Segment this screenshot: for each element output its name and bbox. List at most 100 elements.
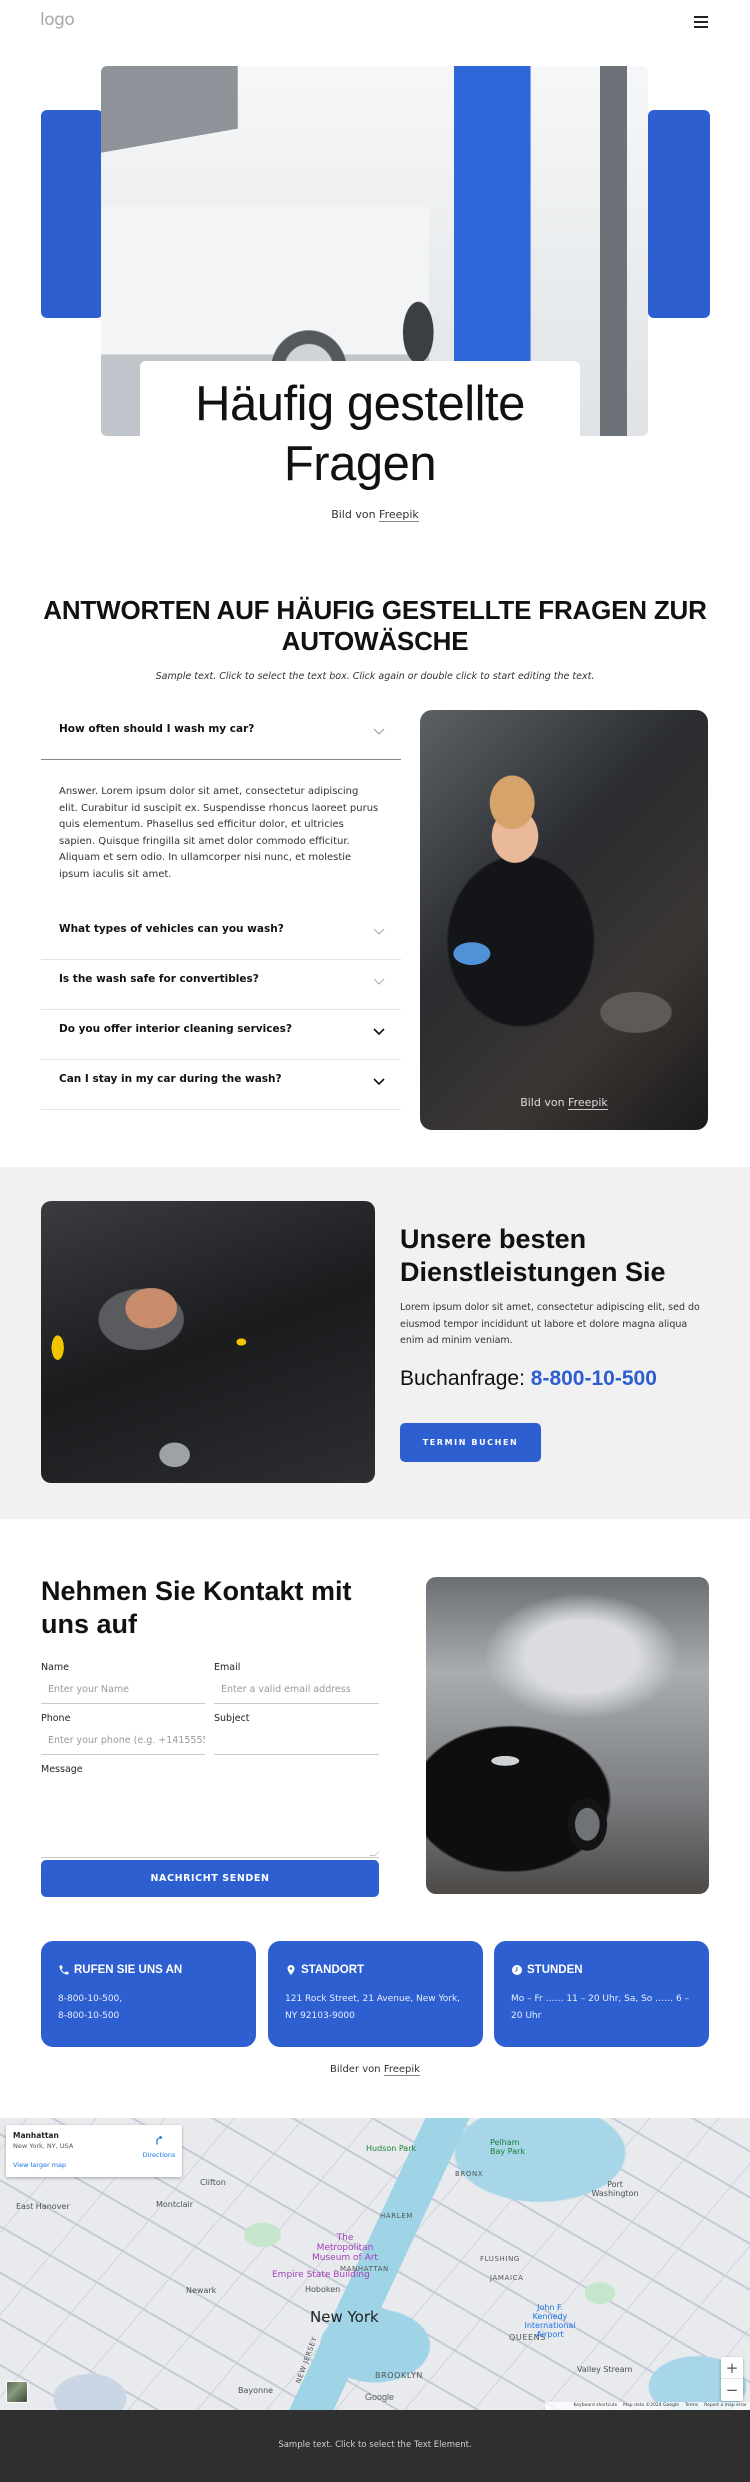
map-label-brooklyn: BROOKLYN — [375, 2371, 423, 2380]
footer-text: Sample text. Click to select the Text El… — [278, 2440, 472, 2450]
directions-icon — [156, 2135, 163, 2145]
logo[interactable]: logo — [40, 10, 75, 30]
info-card-location: STANDORT 121 Rock Street, 21 Avenue, New… — [268, 1941, 483, 2047]
map-label-port-washington: Port Washington — [591, 2180, 639, 2198]
page-title: Häufig gestellte Fragen — [195, 377, 525, 491]
faq-question: What types of vehicles can you wash? — [59, 923, 284, 935]
faq-question: Can I stay in my car during the wash? — [59, 1073, 282, 1085]
map-zoom-control: + − — [721, 2357, 743, 2401]
map-label-newark: Newark — [186, 2286, 217, 2295]
map-place-card: Manhattan New York, NY, USA View larger … — [6, 2125, 182, 2177]
map-label-flushing: FLUSHING — [480, 2255, 520, 2263]
resize-handle-icon[interactable] — [369, 1850, 379, 1856]
directions-button[interactable]: Directions — [140, 2133, 178, 2159]
faq-item[interactable]: Can I stay in my car during the wash? — [41, 1060, 401, 1110]
credit-prefix: Bilder von — [330, 2064, 381, 2075]
faq-question: Do you offer interior cleaning services? — [59, 1023, 292, 1035]
google-logo: Google — [365, 2392, 395, 2402]
faq-accordion: How often should I wash my car? Answer. … — [41, 710, 401, 1110]
hero-image-credit: Bild von Freepik — [0, 508, 750, 522]
info-card-title: RUFEN SIE UNS AN — [74, 1964, 183, 1976]
info-card-text: Mo – Fr …… 11 – 20 Uhr, Sa, So …… 6 – 20… — [511, 1994, 690, 2021]
info-card-title: STANDORT — [301, 1964, 365, 1976]
subject-input[interactable] — [214, 1729, 379, 1755]
faq-item[interactable]: What types of vehicles can you wash? — [41, 910, 401, 960]
map-label-bayonne: Bayonne — [238, 2386, 274, 2395]
credit-prefix: Bild von — [331, 508, 376, 521]
map-label-new-york: New York — [310, 2308, 379, 2326]
map-label-jamaica: JAMAICA — [490, 2274, 524, 2282]
map-poi-met-museum[interactable]: The Metropolitan Museum of Art — [310, 2233, 380, 2263]
phone-input[interactable]: Enter your phone (e.g. +14155552675) — [41, 1729, 205, 1755]
map-label-hudson-park: Hudson Park — [366, 2144, 417, 2153]
map-label-hoboken: Hoboken — [305, 2285, 341, 2294]
faq-image-interior-cleaning — [420, 710, 708, 1130]
booking-label: Buchanfrage: — [400, 1367, 525, 1390]
book-appointment-button[interactable]: TERMIN BUCHEN — [400, 1423, 541, 1462]
satellite-view-toggle[interactable] — [6, 2381, 28, 2403]
name-label: Name — [41, 1662, 70, 1673]
subject-field: Subject — [214, 1713, 379, 1755]
info-card-text: 8-800-10-500, 8-800-10-500 — [58, 1991, 243, 2024]
freepik-link[interactable]: Freepik — [383, 2064, 420, 2076]
map-place-address: New York, NY, USA — [13, 2142, 74, 2150]
keyboard-shortcuts-link[interactable]: Keyboard shortcuts — [574, 2402, 618, 2410]
info-card-header: RUFEN SIE UNS AN — [58, 1964, 182, 1976]
hero-accent-left — [41, 110, 103, 318]
chevron-down-icon — [373, 923, 385, 935]
info-card-hours: STUNDEN Mo – Fr …… 11 – 20 Uhr, Sa, So …… — [494, 1941, 709, 2047]
subject-label: Subject — [214, 1713, 250, 1724]
map-poi-empire-state[interactable]: Empire State Building — [272, 2270, 370, 2280]
faq-subtitle: Sample text. Click to select the text bo… — [155, 671, 595, 682]
zoom-in-button[interactable]: + — [721, 2357, 743, 2379]
map-label-pelham-bay-park: Pelham Bay Park — [490, 2138, 525, 2156]
name-input[interactable]: Enter your Name — [41, 1678, 205, 1704]
credit-prefix: Bild von — [520, 1096, 565, 1109]
faq-item[interactable]: Is the wash safe for convertibles? — [41, 960, 401, 1010]
map-poi-jfk-airport[interactable]: John F. Kennedy International Airport — [520, 2303, 580, 2339]
booking-line: Buchanfrage: 8-800-10-500 — [400, 1367, 657, 1391]
zoom-out-button[interactable]: − — [721, 2379, 743, 2401]
faq-item[interactable]: Do you offer interior cleaning services? — [41, 1010, 401, 1060]
map-label-valley-stream: Valley Stream — [577, 2365, 633, 2374]
clock-icon — [512, 1965, 522, 1975]
hamburger-menu-icon[interactable] — [694, 16, 708, 28]
terms-link[interactable]: Terms — [685, 2402, 698, 2410]
site-footer: Sample text. Click to select the Text El… — [0, 2410, 750, 2482]
map-place-name: Manhattan — [13, 2131, 59, 2140]
email-field: Email Enter a valid email address — [214, 1662, 379, 1704]
info-card-title: STUNDEN — [527, 1964, 583, 1976]
faq-image-credit: Bild von Freepik — [420, 1096, 708, 1110]
info-card-call: RUFEN SIE UNS AN 8-800-10-500, 8-800-10-… — [41, 1941, 256, 2047]
map-label-bronx: BRONX — [455, 2170, 484, 2178]
phone-number[interactable]: 8-800-10-500 — [58, 2008, 243, 2025]
chevron-down-icon — [373, 723, 385, 735]
freepik-link[interactable]: Freepik — [568, 1096, 608, 1110]
email-input[interactable]: Enter a valid email address — [214, 1678, 379, 1704]
phone-number[interactable]: 8-800-10-500, — [58, 1991, 243, 2008]
faq-answer-text: Answer. Lorem ipsum dolor sit amet, cons… — [59, 786, 379, 880]
send-message-button[interactable]: NACHRICHT SENDEN — [41, 1860, 379, 1897]
info-card-header: STANDORT — [285, 1964, 364, 1976]
message-field: Message — [41, 1764, 379, 1858]
cards-image-credit: Bilder von Freepik — [0, 2064, 750, 2076]
message-textarea[interactable] — [41, 1780, 379, 1858]
map-label-east-hanover: East Hanover — [16, 2202, 70, 2211]
map-label-montclair: Montclair — [156, 2200, 194, 2209]
site-header: logo — [0, 0, 750, 48]
faq-section-title: ANTWORTEN AUF HÄUFIG GESTELLTE FRAGEN ZU… — [43, 595, 707, 656]
location-pin-icon — [287, 1965, 295, 1975]
info-card-text: 121 Rock Street, 21 Avenue, New York, NY… — [285, 1994, 461, 2021]
chevron-down-icon — [373, 1023, 385, 1036]
freepik-link[interactable]: Freepik — [379, 508, 419, 522]
faq-item[interactable]: How often should I wash my car? — [41, 710, 401, 760]
google-map[interactable]: New York MANHATTAN BROOKLYN QUEENS BRONX… — [0, 2118, 750, 2410]
view-larger-map-link[interactable]: View larger map — [13, 2161, 66, 2169]
phone-field: Phone Enter your phone (e.g. +1415555267… — [41, 1713, 205, 1755]
email-label: Email — [214, 1662, 241, 1673]
info-card-header: STUNDEN — [511, 1964, 583, 1976]
services-image-engine-cleaning — [41, 1201, 375, 1483]
map-data-attribution: Map data ©2024 Google — [623, 2403, 679, 2408]
booking-phone[interactable]: 8-800-10-500 — [531, 1367, 657, 1390]
report-map-error-link[interactable]: Report a map error — [704, 2402, 747, 2410]
